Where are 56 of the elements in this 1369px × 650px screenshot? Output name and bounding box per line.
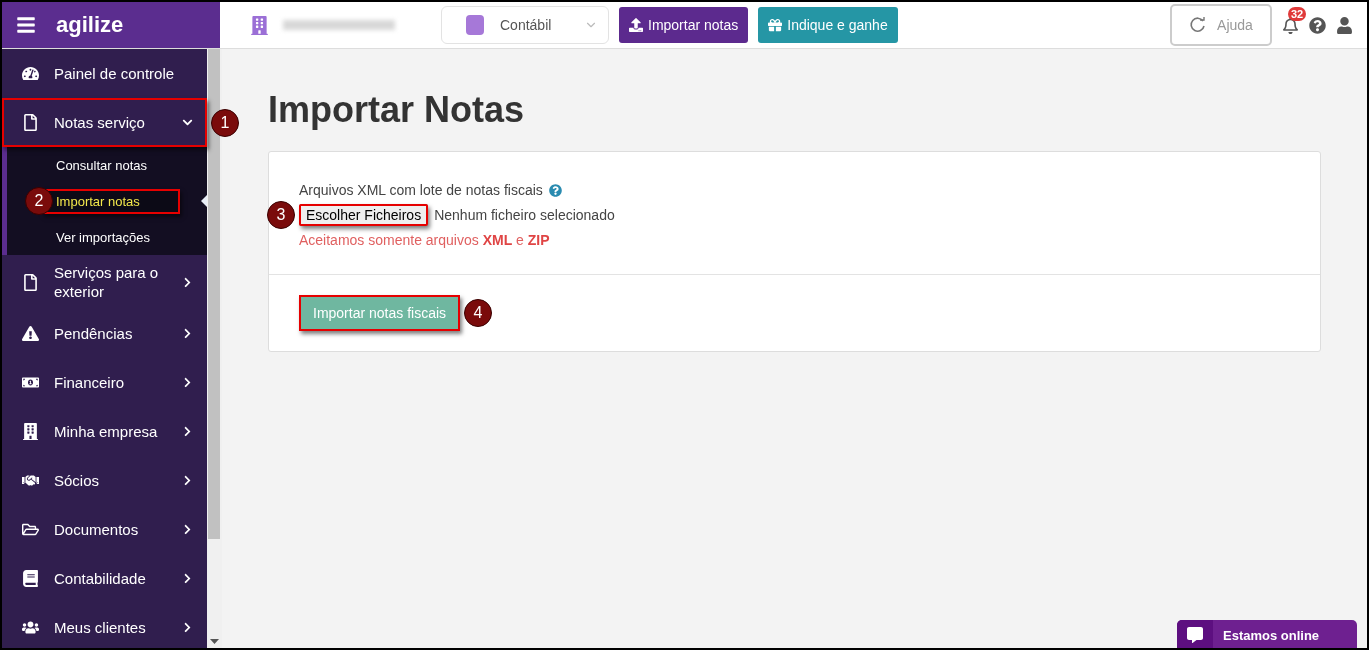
- chevron-right-icon: [182, 328, 193, 339]
- callout-number: 3: [267, 201, 295, 229]
- sidebar-icon: [21, 325, 39, 342]
- choose-files-button[interactable]: Escolher Ficheiros: [299, 204, 429, 226]
- page-title: Importar Notas: [268, 89, 526, 131]
- chat-icon: [1187, 627, 1203, 643]
- chevron-right-icon: [182, 377, 193, 388]
- import-button[interactable]: Importar notas: [619, 7, 749, 43]
- module-select[interactable]: Contábil: [441, 6, 609, 44]
- callout-number: 2: [25, 187, 53, 215]
- bell-icon[interactable]: [1282, 16, 1299, 34]
- sidebar-item[interactable]: Painel de controle: [2, 49, 207, 98]
- sidebar-item[interactable]: Pendências: [2, 309, 207, 358]
- format-note: Aceitamos somente arquivos XML e ZIP: [299, 232, 551, 248]
- user-icon[interactable]: [1336, 16, 1353, 34]
- submenu-item[interactable]: Consultar notas: [42, 152, 188, 178]
- sidebar-icon: [21, 423, 39, 440]
- chevron-right-icon: [182, 622, 193, 633]
- sidebar-icon: [21, 570, 39, 587]
- sidebar-item[interactable]: Minha empresa: [2, 407, 207, 456]
- callout-number: 4: [464, 299, 493, 327]
- submenu-item[interactable]: Ver importações: [42, 224, 190, 250]
- field-label: Arquivos XML com lote de notas fiscais: [299, 182, 543, 198]
- chevron-right-icon: [182, 426, 193, 437]
- sidebar-item[interactable]: Documentos: [2, 505, 207, 554]
- sidebar-icon: [21, 273, 39, 291]
- building-icon: [250, 15, 269, 35]
- chevron-right-icon: [182, 276, 193, 288]
- referral-button[interactable]: Indique e ganhe: [758, 7, 898, 43]
- scrollbar-thumb[interactable]: [208, 49, 220, 539]
- notification-badge: 32: [1288, 6, 1307, 21]
- gift-icon: [768, 18, 783, 32]
- sidebar-icon: [21, 619, 39, 636]
- sidebar-item[interactable]: Contabilidade: [2, 554, 207, 603]
- sidebar-icon: [21, 521, 39, 538]
- menu-icon[interactable]: [16, 15, 36, 35]
- help-icon[interactable]: [548, 183, 562, 197]
- scroll-down-icon[interactable]: [210, 639, 219, 644]
- chevron-right-icon: [182, 573, 193, 584]
- sidebar-icon: [21, 114, 39, 131]
- sidebar-icon: [21, 374, 39, 391]
- chevron-down-icon: [182, 117, 193, 128]
- chevron-right-icon: [182, 524, 193, 535]
- chat-button[interactable]: Estamos online: [1177, 620, 1357, 648]
- logo: agilize: [56, 12, 124, 38]
- chat-refresh-icon: [1189, 16, 1208, 34]
- upload-icon: [629, 18, 643, 32]
- sidebar-item[interactable]: Sócios: [2, 456, 207, 505]
- chevron-right-icon: [182, 475, 193, 486]
- help-icon[interactable]: [1309, 16, 1326, 34]
- sidebar-icon: [21, 65, 39, 82]
- sidebar-icon: [21, 472, 39, 489]
- sidebar-item[interactable]: Financeiro: [2, 358, 207, 407]
- file-status: Nenhum ficheiro selecionado: [434, 207, 615, 223]
- sidebar-item[interactable]: Serviços para o exterior: [2, 255, 207, 309]
- sidebar-item[interactable]: Meus clientes: [2, 603, 207, 648]
